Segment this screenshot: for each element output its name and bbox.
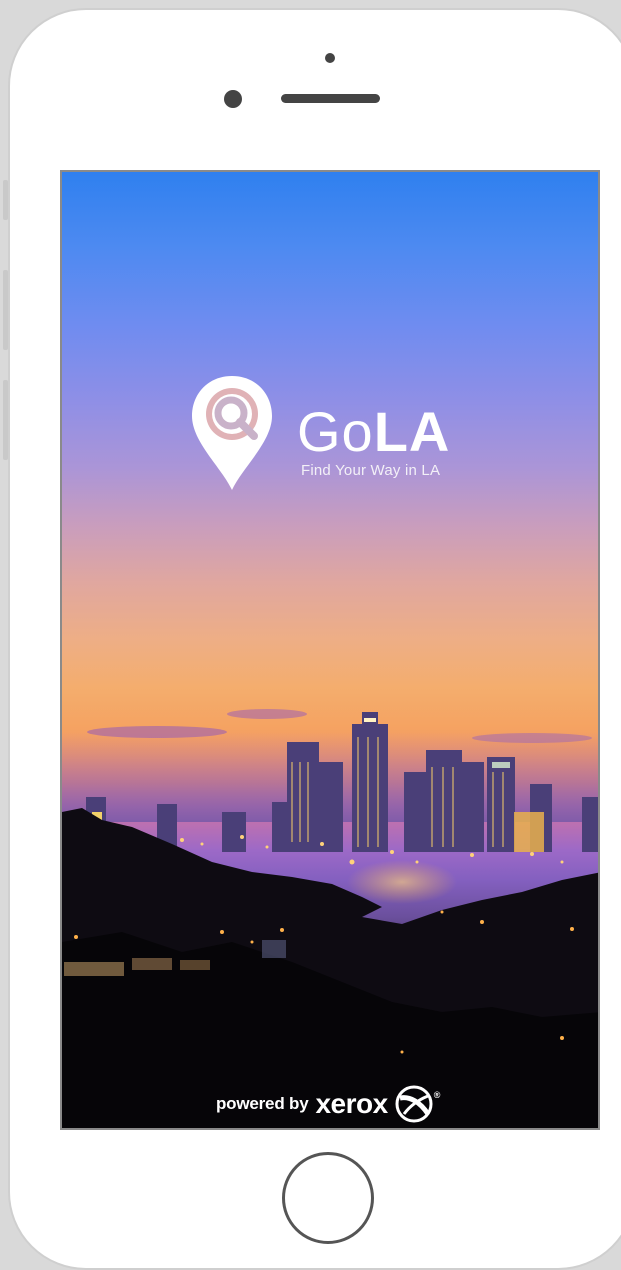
splash-screen: GoLA Find Your Way in LA powered by xero… — [60, 170, 600, 1130]
app-name-la: LA — [373, 400, 451, 463]
volume-down-button — [3, 380, 8, 460]
front-camera — [224, 90, 242, 108]
volume-up-button — [3, 270, 8, 350]
xerox-wordmark: xerox — [315, 1088, 388, 1119]
earpiece-speaker — [281, 94, 380, 103]
app-name-go: Go — [297, 400, 374, 463]
powered-by-footer: powered by xerox ® — [216, 1084, 440, 1124]
app-name: GoLA — [297, 404, 450, 460]
proximity-sensor — [325, 53, 335, 63]
powered-by-label: powered by — [216, 1094, 309, 1113]
home-button[interactable] — [282, 1152, 374, 1244]
registered-mark: ® — [433, 1090, 441, 1100]
mute-switch — [3, 180, 8, 220]
phone-frame: GoLA Find Your Way in LA powered by xero… — [3, 8, 621, 1270]
xerox-globe-icon — [395, 1085, 433, 1123]
los-angeles-skyline-image — [62, 709, 598, 1128]
app-tagline: Find Your Way in LA — [301, 462, 441, 479]
